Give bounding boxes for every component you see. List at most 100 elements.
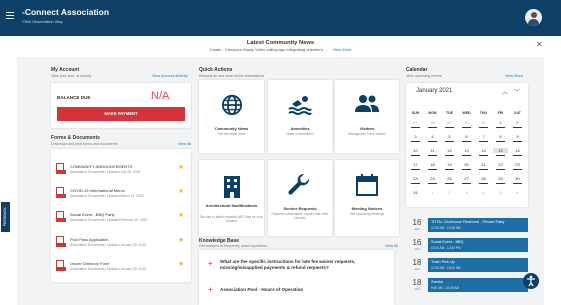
star-icon[interactable]: ★	[178, 260, 184, 268]
menu-icon[interactable]	[6, 12, 14, 20]
star-icon[interactable]: ★	[178, 163, 184, 171]
document-meta: Association Documents | Updated March 19…	[70, 194, 144, 198]
chevron-down-icon[interactable]: ﹀	[514, 87, 520, 96]
event-box[interactable]: Trash Pick Up 11:00 AM - 10:00 AM	[428, 258, 528, 272]
make-payment-button[interactable]: MAKE PAYMENT	[57, 107, 185, 121]
accessibility-button[interactable]	[523, 273, 539, 289]
calendar-day[interactable]: 10	[408, 148, 423, 153]
calendar-day[interactable]: 23	[510, 162, 525, 167]
calendar-event-marker	[479, 155, 488, 156]
calendar-day[interactable]: 5	[442, 134, 457, 139]
close-icon[interactable]: ✕	[536, 40, 543, 49]
quick-action-visitors[interactable]: Visitors Manage and Track Visitors	[335, 80, 399, 153]
pdf-icon	[56, 187, 66, 198]
event-box[interactable]: Zumba 9:00 AM - 10:30 AM	[428, 278, 528, 292]
calendar-day[interactable]: 28	[425, 120, 440, 125]
avatar[interactable]	[525, 9, 542, 26]
document-title[interactable]: COMMUNITY ANNOUNCEMENTS	[70, 164, 132, 169]
expand-icon[interactable]: +	[208, 285, 213, 294]
calendar-day[interactable]: 2	[442, 190, 457, 195]
event-item[interactable]: 18 JAN Zumba 9:00 AM - 10:30 AM	[406, 278, 528, 293]
weekday-label: THU	[479, 111, 488, 115]
calendar-day[interactable]: 26	[442, 176, 457, 181]
calendar-day[interactable]: 18	[425, 162, 440, 167]
faq-question[interactable]: What are the specific instructions for l…	[220, 259, 390, 271]
calendar-day[interactable]: 14	[476, 148, 491, 153]
star-icon[interactable]: ★	[178, 187, 184, 195]
document-title[interactable]: Owner Directory Form	[70, 261, 109, 266]
calendar-day[interactable]: 27	[408, 120, 423, 125]
calendar-day[interactable]: 24	[408, 176, 423, 181]
event-item[interactable]: 16 JAN Social Event - BBQ 11:00 AM - 12:00 …	[406, 238, 528, 253]
document-title[interactable]: COVID-19 Informational Memo	[70, 188, 125, 193]
calendar-day[interactable]: 29	[442, 120, 457, 125]
calendar-day[interactable]: 31	[408, 190, 423, 195]
calendar-day[interactable]: 12	[442, 148, 457, 153]
document-item[interactable]: COMMUNITY ANNOUNCEMENTS Association Docu…	[51, 159, 191, 181]
calendar-day[interactable]: 20	[459, 162, 474, 167]
quick-action-amenities[interactable]: Amenities Make a reservation	[268, 80, 332, 153]
event-item[interactable]: 18 JAN Trash Pick Up 11:00 AM - 10:00 AM	[406, 258, 528, 273]
calendar-day[interactable]: 17	[408, 162, 423, 167]
calendar-day[interactable]: 3	[459, 190, 474, 195]
knowledge-base-subtitle: Get answers to frequently asked question…	[199, 244, 267, 248]
document-item[interactable]: Pool Pass Application Association Docume…	[51, 232, 191, 254]
calendar-day[interactable]: 2	[510, 120, 525, 125]
quick-action-label: Community News	[214, 126, 249, 131]
calendar-day[interactable]: 6	[510, 190, 525, 195]
calendar-day[interactable]: 5	[493, 190, 508, 195]
calendar-day[interactable]: 8	[493, 134, 508, 139]
calendar-day[interactable]: 4	[476, 190, 491, 195]
calendar-day[interactable]: 7	[476, 134, 491, 139]
calendar-view-more-link[interactable]: View More	[505, 74, 523, 78]
news-view-more-link[interactable]: View More	[333, 47, 352, 52]
calendar-event-marker	[445, 169, 454, 170]
event-box[interactable]: Social Event - BBQ 11:00 AM - 12:00 PM	[428, 238, 528, 252]
calendar-day[interactable]: 11	[425, 148, 440, 153]
calendar-day[interactable]: 30	[510, 176, 525, 181]
calendar-day[interactable]: 25	[425, 176, 440, 181]
quick-action-meeting-notices[interactable]: Meeting Notices See Upcoming Meetings	[335, 160, 399, 236]
quick-action-community-news[interactable]: Community News See the latest news	[199, 80, 264, 153]
calendar-day[interactable]: 16	[510, 148, 525, 153]
star-icon[interactable]: ★	[178, 236, 184, 244]
calendar-day[interactable]: 21	[476, 162, 491, 167]
calendar-day[interactable]: 4	[425, 134, 440, 139]
calendar-day[interactable]: 19	[442, 162, 457, 167]
event-box[interactable]: TOTAL Clubhouse Reserved - Private Party…	[428, 218, 528, 232]
documents-view-all-link[interactable]: View All	[178, 142, 191, 146]
quick-action-architectural[interactable]: Architectural Modifications Be sure to a…	[199, 160, 264, 236]
event-item[interactable]: 16 JAN TOTAL Clubhouse Reserved - Private …	[406, 218, 528, 233]
star-icon[interactable]: ★	[178, 211, 184, 219]
quick-action-label: Architectural Modifications	[205, 203, 258, 208]
calendar-day[interactable]: 30	[459, 120, 474, 125]
pdf-icon	[56, 260, 66, 271]
calendar-day[interactable]: 27	[459, 176, 474, 181]
calendar-day[interactable]: 3	[408, 134, 423, 139]
quick-action-service-requests[interactable]: Service Requests Request maintenance, re…	[268, 160, 332, 236]
chevron-up-icon[interactable]: ︿	[502, 87, 508, 96]
calendar-day[interactable]: 9	[510, 134, 525, 139]
calendar-day[interactable]: 15	[493, 148, 508, 153]
balance-card: BALANCE DUE N/A MAKE PAYMENT	[51, 83, 191, 128]
view-account-activity-link[interactable]: View Account Activity	[152, 74, 188, 78]
quick-action-desc: Make a reservation	[286, 132, 314, 136]
feedback-tab[interactable]: FEEDBACK	[1, 202, 10, 232]
calendar-day[interactable]: 29	[493, 176, 508, 181]
calendar-day[interactable]: 28	[476, 176, 491, 181]
calendar-day[interactable]: 1	[493, 120, 508, 125]
calendar-day[interactable]: 22	[493, 162, 508, 167]
calendar-day[interactable]: 31	[476, 120, 491, 125]
calendar-day[interactable]: 13	[459, 148, 474, 153]
calendar-day[interactable]: 6	[459, 134, 474, 139]
document-item[interactable]: Owner Directory Form Association Documen…	[51, 256, 191, 278]
document-item[interactable]: Social Event - BBQ Party Association Doc…	[51, 207, 191, 229]
calendar-day[interactable]: 1	[425, 190, 440, 195]
faq-question[interactable]: Association Pool - Hours of Operation	[220, 287, 390, 293]
document-title[interactable]: Social Event - BBQ Party	[70, 212, 115, 217]
document-item[interactable]: COVID-19 Informational Memo Association …	[51, 183, 191, 205]
weekday-label: SAT	[514, 111, 521, 115]
knowledge-base-view-all-link[interactable]: View All	[385, 244, 398, 248]
expand-icon[interactable]: +	[208, 259, 213, 268]
document-title[interactable]: Pool Pass Application	[70, 237, 108, 242]
